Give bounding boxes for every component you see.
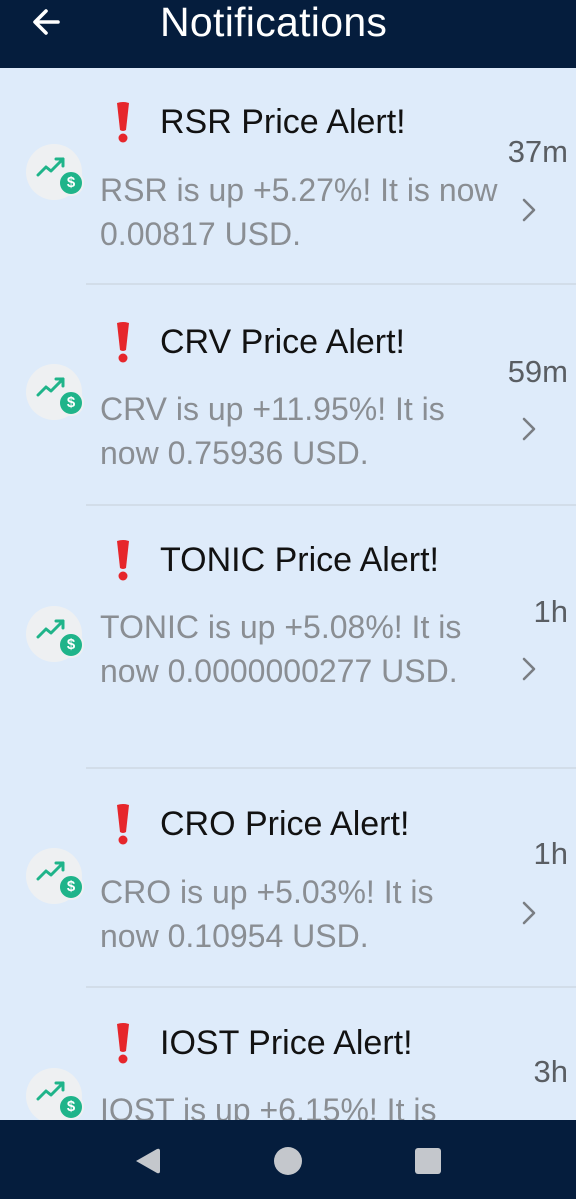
notification-list[interactable]: $ RSR Price Alert! 37m RSR is up +5.27%!… <box>0 68 576 1120</box>
notification-title: IOST Price Alert! <box>160 1024 413 1062</box>
nav-home-icon[interactable] <box>271 1144 305 1178</box>
system-nav-bar <box>0 1120 576 1199</box>
app-header: Notifications <box>0 0 576 68</box>
avatar: $ <box>26 144 84 200</box>
arrow-left-icon <box>33 9 60 35</box>
notification-item[interactable]: $ CRO Price Alert! 1h CRO is up +5.03%! … <box>0 770 576 988</box>
avatar: $ <box>26 606 84 662</box>
nav-back-icon[interactable] <box>130 1144 164 1178</box>
dollar-icon: $ <box>58 170 84 196</box>
exclamation-icon <box>117 540 129 581</box>
divider <box>86 283 576 285</box>
notification-time: 59m <box>507 354 568 389</box>
exclamation-icon <box>117 102 129 143</box>
notification-time: 1h <box>533 594 568 629</box>
dollar-icon: $ <box>58 632 84 658</box>
avatar: $ <box>26 1068 84 1120</box>
notification-body: IOST is up +6.15%! It is <box>100 1092 437 1120</box>
notification-time: 37m <box>507 134 568 169</box>
notification-time: 1h <box>533 836 568 871</box>
notification-title: TONIC Price Alert! <box>160 541 439 579</box>
notification-body: TONIC is up +5.08%! It is now 0.00000002… <box>100 609 462 689</box>
notification-item[interactable]: $ RSR Price Alert! 37m RSR is up +5.27%!… <box>0 68 576 286</box>
notification-item[interactable]: $ CRV Price Alert! 59m CRV is up +11.95%… <box>0 286 576 506</box>
avatar: $ <box>26 848 84 904</box>
notification-body: RSR is up +5.27%! It is now 0.00817 USD. <box>100 172 498 252</box>
nav-recents-icon[interactable] <box>411 1144 445 1178</box>
back-button[interactable] <box>28 2 68 42</box>
notification-title: CRO Price Alert! <box>160 805 410 843</box>
notification-body: CRO is up +5.03%! It is now 0.10954 USD. <box>100 874 434 954</box>
exclamation-icon <box>117 1023 129 1064</box>
exclamation-icon <box>117 322 129 363</box>
chevron-right-icon <box>522 657 536 681</box>
page-title: Notifications <box>160 0 388 45</box>
dollar-icon: $ <box>58 1094 84 1120</box>
exclamation-icon <box>117 804 129 845</box>
notification-item[interactable]: $ TONIC Price Alert! 1h TONIC is up +5.0… <box>0 506 576 770</box>
dollar-icon: $ <box>58 874 84 900</box>
notification-time: 3h <box>533 1054 568 1089</box>
avatar: $ <box>26 364 84 420</box>
notification-title: CRV Price Alert! <box>160 323 406 361</box>
notification-title: RSR Price Alert! <box>160 103 406 141</box>
dollar-icon: $ <box>58 390 84 416</box>
chevron-right-icon <box>522 901 536 925</box>
divider <box>86 767 576 769</box>
notification-item[interactable]: $ IOST Price Alert! 3h IOST is up +6.15%… <box>0 988 576 1120</box>
notification-body: CRV is up +11.95%! It is now 0.75936 USD… <box>100 391 445 471</box>
chevron-right-icon <box>522 417 536 441</box>
chevron-right-icon <box>522 198 536 222</box>
